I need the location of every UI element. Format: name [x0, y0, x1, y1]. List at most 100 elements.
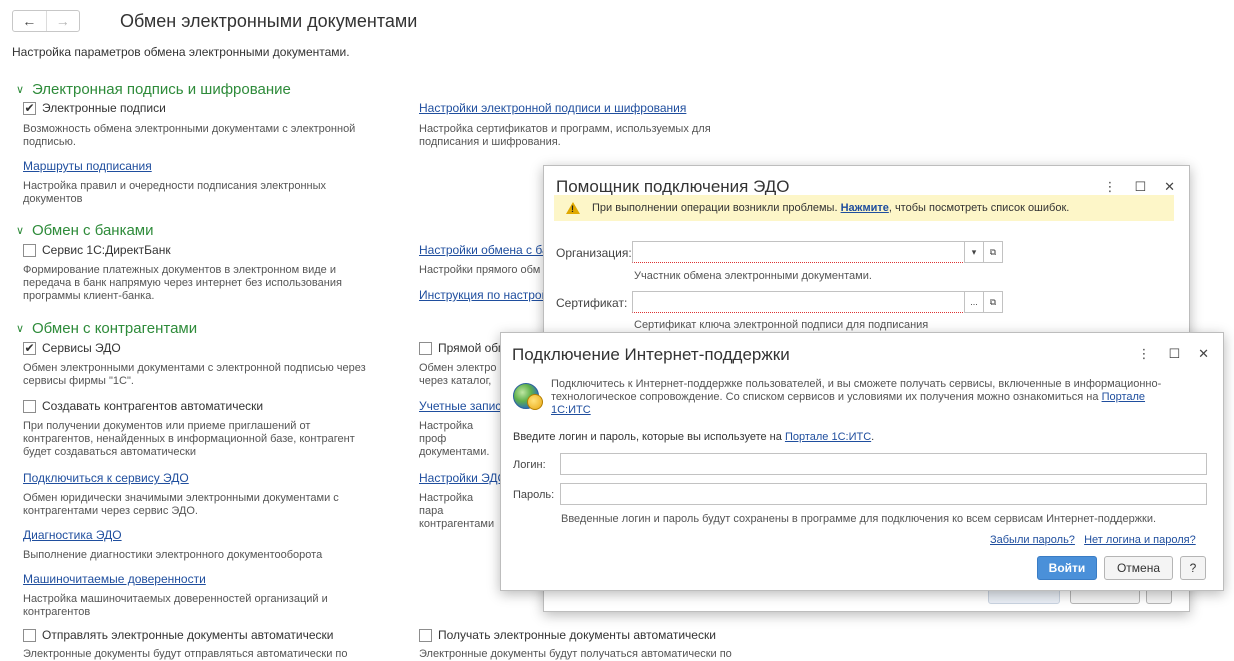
section-signature-title: Электронная подпись и шифрование: [32, 81, 291, 98]
login-button[interactable]: Войти: [1037, 556, 1097, 580]
section-banks[interactable]: ∨ Обмен с банками: [16, 222, 154, 239]
send-auto-checkbox-label: Отправлять электронные документы автомат…: [42, 628, 334, 642]
section-signature[interactable]: ∨ Электронная подпись и шифрование: [16, 81, 291, 98]
directbank-checkbox[interactable]: Сервис 1С:ДиректБанк: [23, 243, 171, 257]
receive-auto-desc: Электронные документы будут получаться а…: [419, 648, 732, 660]
auto-create-checkbox-label: Создавать контрагентов автоматически: [42, 399, 264, 413]
certificate-label: Сертификат:: [556, 296, 628, 310]
poa-desc: Настройка машиночитаемых доверенностей о…: [23, 593, 328, 618]
direct-exchange-checkbox-box[interactable]: [419, 341, 432, 355]
forward-arrow-icon[interactable]: →: [45, 11, 80, 31]
send-auto-desc: Электронные документы будут отправляться…: [23, 648, 348, 660]
more-icon[interactable]: ⋮: [1103, 179, 1116, 195]
page-subtitle: Настройка параметров обмена электронными…: [12, 45, 350, 59]
send-auto-checkbox[interactable]: Отправлять электронные документы автомат…: [23, 628, 334, 642]
auto-create-checkbox-box[interactable]: [23, 399, 36, 413]
page-title: Обмен электронными документами: [120, 11, 418, 31]
auto-create-desc: При получении документов или приеме приг…: [23, 420, 355, 458]
signing-routes-link[interactable]: Маршруты подписания: [23, 159, 152, 173]
close-icon[interactable]: ✕: [1198, 346, 1209, 362]
organization-label: Организация:: [556, 246, 632, 260]
accounts-desc: Настройка проф документами.: [419, 420, 490, 458]
forgot-password-link[interactable]: Забыли пароль?: [990, 534, 1075, 546]
signatures-desc: Возможность обмена электронными документ…: [23, 123, 356, 148]
cancel-button[interactable]: Отмена: [1104, 556, 1173, 580]
help-button[interactable]: ?: [1180, 556, 1206, 580]
diagnostics-desc: Выполнение диагностики электронного доку…: [23, 549, 323, 561]
section-counterparty[interactable]: ∨ Обмен с контрагентами: [16, 320, 197, 337]
edo-settings-desc: Настройка пара контрагентами: [419, 492, 495, 530]
its-prompt: Введите логин и пароль, которые вы испол…: [513, 431, 874, 443]
signatures-checkbox-label: Электронные подписи: [42, 101, 166, 115]
certificate-hint: Сертификат ключа электронной подписи для…: [634, 319, 929, 331]
warning-errors-link[interactable]: Нажмите: [841, 202, 889, 214]
auto-create-checkbox[interactable]: Создавать контрагентов автоматически: [23, 399, 263, 413]
password-label: Пароль:: [513, 489, 555, 501]
organization-field[interactable]: [632, 241, 965, 263]
receive-auto-checkbox[interactable]: Получать электронные документы автоматич…: [419, 628, 716, 642]
receive-auto-checkbox-box[interactable]: [419, 628, 432, 642]
edo-wizard-window-controls: ⋮ ☐ ✕: [1103, 179, 1175, 195]
diagnostics-link[interactable]: Диагностика ЭДО: [23, 528, 122, 542]
more-icon[interactable]: ⋮: [1137, 346, 1150, 362]
bank-settings-link[interactable]: Настройки обмена с ба: [419, 243, 549, 257]
edo-services-checkbox[interactable]: ✔ Сервисы ЭДО: [23, 341, 121, 355]
direct-exchange-desc: Обмен электро через каталог,: [419, 362, 497, 387]
receive-auto-checkbox-label: Получать электронные документы автоматич…: [438, 628, 716, 642]
edo-services-desc: Обмен электронными документами с электро…: [23, 362, 366, 387]
send-auto-checkbox-box[interactable]: [23, 628, 36, 642]
signing-routes-desc: Настройка правил и очередности подписани…: [23, 180, 327, 205]
internet-support-globe-icon: [513, 383, 543, 410]
login-input[interactable]: [560, 453, 1207, 475]
chevron-down-icon: ∨: [16, 225, 25, 237]
directbank-checkbox-label: Сервис 1С:ДиректБанк: [42, 243, 171, 257]
signature-settings-desc: Настройка сертификатов и программ, испол…: [419, 123, 711, 148]
password-input[interactable]: [560, 483, 1207, 505]
poa-link[interactable]: Машиночитаемые доверенности: [23, 572, 206, 586]
its-prompt-text: Введите логин и пароль, которые вы испол…: [513, 431, 782, 443]
connect-edo-link[interactable]: Подключиться к сервису ЭДО: [23, 471, 189, 485]
section-banks-title: Обмен с банками: [32, 222, 154, 239]
signature-settings-link[interactable]: Настройки электронной подписи и шифрован…: [419, 101, 686, 115]
certificate-select-icon[interactable]: ...: [964, 291, 984, 313]
nav-buttons: ← →: [12, 10, 80, 32]
edo-settings-link[interactable]: Настройки ЭДС: [419, 471, 506, 485]
chevron-down-icon: ∨: [16, 84, 25, 96]
back-arrow-icon[interactable]: ←: [13, 11, 46, 31]
signatures-checkbox-box[interactable]: ✔: [23, 101, 36, 115]
its-info-text: Подключитесь к Интернет-поддержке пользо…: [551, 378, 1171, 417]
direct-exchange-checkbox[interactable]: Прямой обм: [419, 341, 506, 355]
edo-wizard-title: Помощник подключения ЭДО: [556, 177, 790, 196]
accounts-link[interactable]: Учетные запис: [419, 399, 501, 413]
edo-services-checkbox-box[interactable]: ✔: [23, 341, 36, 355]
organization-dropdown-icon[interactable]: ▾: [964, 241, 984, 263]
certificate-open-icon[interactable]: ⧉: [983, 291, 1003, 313]
directbank-checkbox-box[interactable]: [23, 243, 36, 257]
signatures-checkbox[interactable]: ✔ Электронные подписи: [23, 101, 166, 115]
section-counterparty-title: Обмен с контрагентами: [32, 320, 198, 337]
warning-suffix: , чтобы посмотреть список ошибок.: [888, 202, 1070, 214]
login-label: Логин:: [513, 459, 546, 471]
directbank-desc: Формирование платежных документов в элек…: [23, 264, 342, 302]
organization-open-icon[interactable]: ⧉: [983, 241, 1003, 263]
no-login-link[interactable]: Нет логина и пароля?: [1084, 534, 1196, 546]
edo-services-checkbox-label: Сервисы ЭДО: [42, 341, 121, 355]
its-prompt-suffix: .: [871, 431, 875, 443]
close-icon[interactable]: ✕: [1164, 179, 1175, 195]
warning-banner: При выполнении операции возникли проблем…: [554, 195, 1174, 221]
its-dialog-title: Подключение Интернет-поддержки: [512, 345, 790, 364]
instruction-link[interactable]: Инструкция по настрой: [419, 288, 548, 302]
chevron-down-icon: ∨: [16, 323, 25, 335]
its-info-body: Подключитесь к Интернет-поддержке пользо…: [551, 378, 1162, 403]
warning-text: При выполнении операции возникли проблем…: [592, 202, 1069, 214]
maximize-icon[interactable]: ☐: [1168, 346, 1180, 362]
its-window-controls: ⋮ ☐ ✕: [1137, 346, 1209, 362]
its-prompt-portal-link[interactable]: Портале 1С:ИТС: [785, 431, 871, 443]
warning-prefix: При выполнении операции возникли проблем…: [592, 202, 838, 214]
warning-icon: [566, 202, 580, 214]
connect-edo-desc: Обмен юридически значимыми электронными …: [23, 492, 339, 517]
direct-exchange-checkbox-label: Прямой обм: [438, 341, 507, 355]
save-credentials-note: Введенные логин и пароль будут сохранены…: [561, 513, 1157, 525]
certificate-field[interactable]: [632, 291, 965, 313]
maximize-icon[interactable]: ☐: [1134, 179, 1146, 195]
